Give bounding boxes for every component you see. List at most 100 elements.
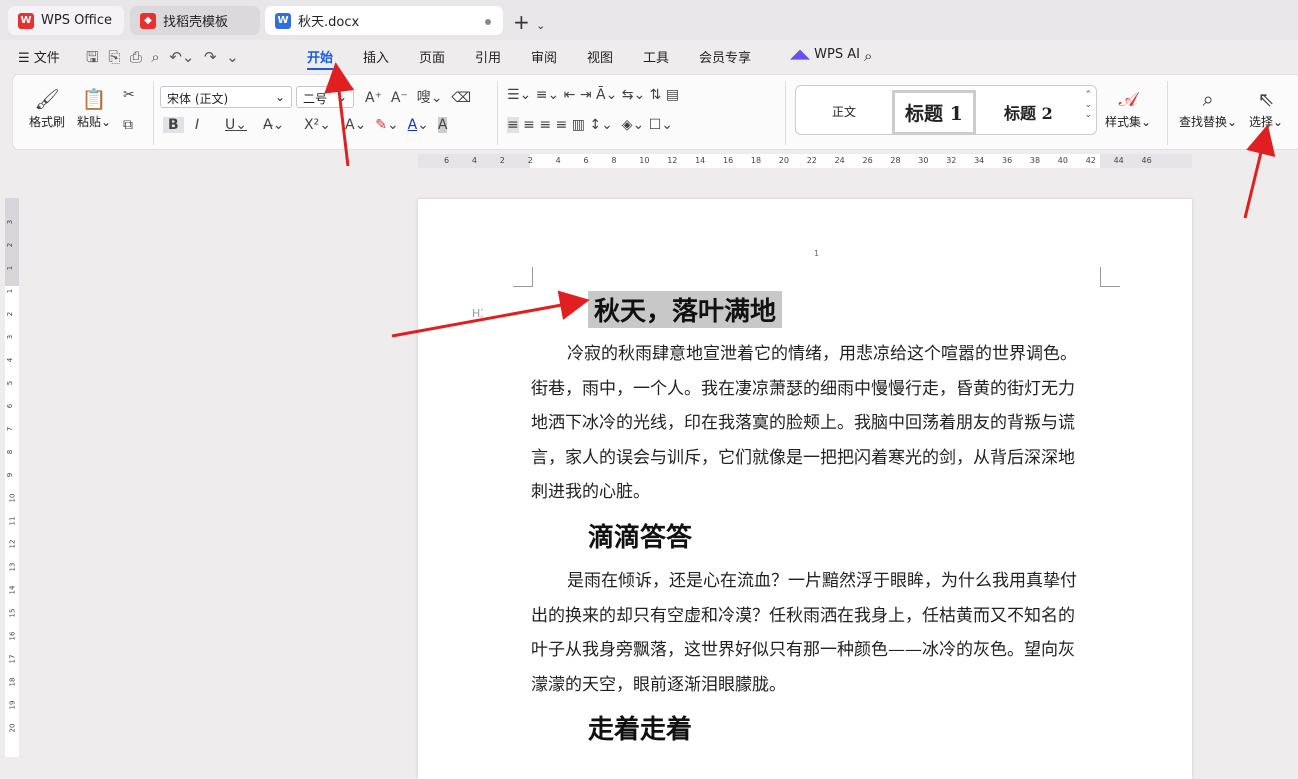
tab-label: 秋天.docx (298, 15, 360, 30)
vruler-tick-label: 14 (8, 585, 17, 595)
vruler-tick-label: 9 (6, 472, 15, 478)
vruler-tick-label: 1 (6, 265, 15, 271)
ruler-tick-label: 42 (1085, 156, 1096, 165)
strikethrough-button[interactable]: A̶⌄ (263, 117, 284, 133)
ruler-tick-label: 38 (1029, 156, 1041, 165)
tab-document[interactable]: W 秋天.docx (265, 6, 503, 35)
heading-walking[interactable]: 走着走着 (588, 709, 692, 746)
text-effect-icon[interactable]: A⌄ ✎⌄ A⌄ A (345, 117, 448, 133)
ruler-tick-label: 6 (444, 156, 450, 165)
style-heading1[interactable]: 标题 1 (892, 90, 976, 135)
style-set-icon: 𝒜 (1118, 87, 1138, 111)
ruler-tick-label: 2 (527, 156, 533, 165)
menu-insert[interactable]: 插入 (363, 47, 389, 66)
paste-button[interactable]: 📋 粘贴⌄ (77, 87, 111, 130)
menu-review[interactable]: 审阅 (531, 47, 557, 66)
font-size-select[interactable]: 二号 ⌄ (296, 86, 354, 108)
docer-logo-icon: ◆ (140, 12, 156, 29)
ruler-tick-label: 32 (946, 156, 957, 165)
ruler-tick-label: 6 (583, 156, 589, 165)
ruler-tick-label: 28 (890, 156, 901, 165)
vruler-tick-label: 16 (8, 631, 17, 641)
vruler-tick-label: 10 (8, 493, 17, 503)
menu-reference[interactable]: 引用 (475, 47, 501, 66)
gallery-scroll-icon[interactable]: ⌃ ⌄ ⌄ (1084, 90, 1092, 120)
ruler-tick-label: 22 (806, 156, 817, 165)
ruler-tick-label: 46 (1141, 156, 1152, 165)
tab-label: WPS Office (41, 13, 113, 28)
find-replace-button[interactable]: ⌕ 查找替换⌄ (1179, 87, 1237, 130)
unsaved-dot-icon (485, 19, 491, 25)
vruler-tick-label: 7 (6, 426, 15, 432)
file-menu[interactable]: ☰ 文件 (18, 47, 60, 66)
vruler-tick-label: 3 (6, 219, 15, 225)
magnifier-icon: ⌕ (1202, 87, 1214, 111)
cursor-icon: ⇖ (1257, 87, 1275, 111)
ruler-tick-label: 24 (834, 156, 845, 165)
ruler-tick-label: 34 (974, 156, 985, 165)
vruler-tick-label: 15 (8, 608, 17, 618)
paragraph-1[interactable]: 冷寂的秋雨肆意地宣泄着它的情绪，用悲凉给这个喧嚣的世界调色。 街巷，雨中，一个人… (531, 337, 1103, 510)
font-grow-icon[interactable]: A⁺ A⁻ 嗖⌄ ⌫ (365, 87, 471, 107)
copy-icon[interactable]: ⧉ (123, 117, 133, 133)
vruler-tick-label: 1 (6, 288, 15, 294)
ruler-tick-label: 2 (499, 156, 505, 165)
ruler-tick-label: 30 (918, 156, 929, 165)
style-heading2[interactable]: 标题 2 (1004, 100, 1053, 124)
list-buttons[interactable]: ☰⌄ ≡⌄ ⇤ ⇥ Ā⌄ ⇆⌄ ⇅ ▤ (507, 87, 679, 103)
heading-autumn[interactable]: 秋天，落叶满地 (588, 291, 783, 328)
superscript-button[interactable]: X²⌄ (304, 117, 331, 133)
style-set-button[interactable]: 𝒜 样式集⌄ (1105, 87, 1151, 130)
format-painter-button[interactable]: 🖌 格式刷 (29, 87, 65, 130)
cut-icon[interactable]: ✂ (123, 87, 135, 103)
menu-tools[interactable]: 工具 (643, 47, 669, 66)
vruler-tick-label: 5 (6, 380, 15, 386)
wps-logo-icon: W (18, 12, 34, 29)
style-normal[interactable]: 正文 (832, 103, 856, 120)
horizontal-ruler[interactable]: 6 4 2 2 4 6 8 10 12 14 16 18 20 22 24 26 28 30 32 34 36 38 40 4… (418, 154, 1192, 168)
style-gallery: 正文 标题 1 标题 2 ⌃ ⌄ ⌄ (795, 85, 1097, 135)
vruler-tick-label: 18 (8, 677, 17, 687)
ruler-tick-label: 20 (778, 156, 789, 165)
ruler-tick-label: 14 (695, 156, 706, 165)
select-button[interactable]: ⇖ 选择⌄ (1249, 87, 1283, 130)
quick-access-toolbar[interactable]: 🖫 ⎘ ⎙ ⌕ ↶⌄ ↷ ⌄ (86, 47, 239, 72)
paragraph-handle-icon[interactable]: H⁚ (472, 307, 484, 320)
menu-home[interactable]: 开始 (307, 47, 334, 70)
paste-icon: 📋 (81, 87, 107, 111)
format-painter-icon: 🖌 (34, 87, 60, 111)
menu-page[interactable]: 页面 (419, 47, 445, 66)
ruler-tick-label: 8 (611, 156, 617, 165)
vruler-tick-label: 8 (6, 449, 15, 455)
ruler-tick-label: 12 (667, 156, 678, 165)
ruler-tick-label: 26 (862, 156, 873, 165)
ruler-tick-label: 18 (750, 156, 762, 165)
menu-member[interactable]: 会员专享 (699, 47, 751, 66)
ruler-tick-label: 44 (1113, 156, 1124, 165)
vertical-ruler[interactable]: 3 2 1 1 2 3 4 5 6 7 8 9 10 11 12 13 14 15 16 17 18 19 20 (5, 198, 19, 757)
ruler-tick-label: 10 (639, 156, 650, 165)
search-icon[interactable]: ⌕ (864, 47, 872, 65)
tab-template[interactable]: ◆ 找稻壳模板 (130, 6, 260, 35)
heading-drip[interactable]: 滴滴答答 (588, 517, 692, 554)
tab-wps-office[interactable]: W WPS Office (8, 6, 124, 35)
font-family-select[interactable]: 宋体 (正文) ⌄ (160, 86, 292, 108)
italic-button[interactable]: I (195, 117, 199, 133)
bold-button[interactable]: B (163, 117, 184, 133)
vruler-tick-label: 20 (8, 723, 17, 733)
align-buttons[interactable]: ≡ ≡ ≡ ≡ ▥ ↕⌄ ◈⌄ ☐⌄ (507, 117, 673, 133)
vruler-tick-label: 17 (8, 654, 17, 664)
menu-view[interactable]: 视图 (587, 47, 613, 66)
tab-bar: W WPS Office ◆ 找稻壳模板 W 秋天.docx + ⌄ (0, 0, 1298, 40)
underline-button[interactable]: U⌄ (225, 117, 247, 133)
vruler-tick-label: 2 (6, 242, 15, 248)
vruler-tick-label: 6 (6, 403, 15, 409)
ruler-tick-label: 36 (1002, 156, 1013, 165)
document-page[interactable]: 1 H⁚ 秋天，落叶满地 冷寂的秋雨肆意地宣泄着它的情绪，用悲凉给这个喧嚣的世界… (418, 199, 1192, 779)
writer-logo-icon: W (275, 12, 291, 29)
new-tab-plus-icon[interactable]: + ⌄ (513, 10, 545, 34)
paragraph-2[interactable]: 是雨在倾诉，还是心在流血？一片黯然浮于眼眸，为什么我用真挚付 出的换来的却只有空… (531, 564, 1103, 702)
wps-ai-button[interactable]: ◢◣ WPS AI (790, 47, 860, 62)
vruler-tick-label: 19 (8, 700, 17, 710)
ruler-tick-label: 4 (471, 156, 477, 165)
